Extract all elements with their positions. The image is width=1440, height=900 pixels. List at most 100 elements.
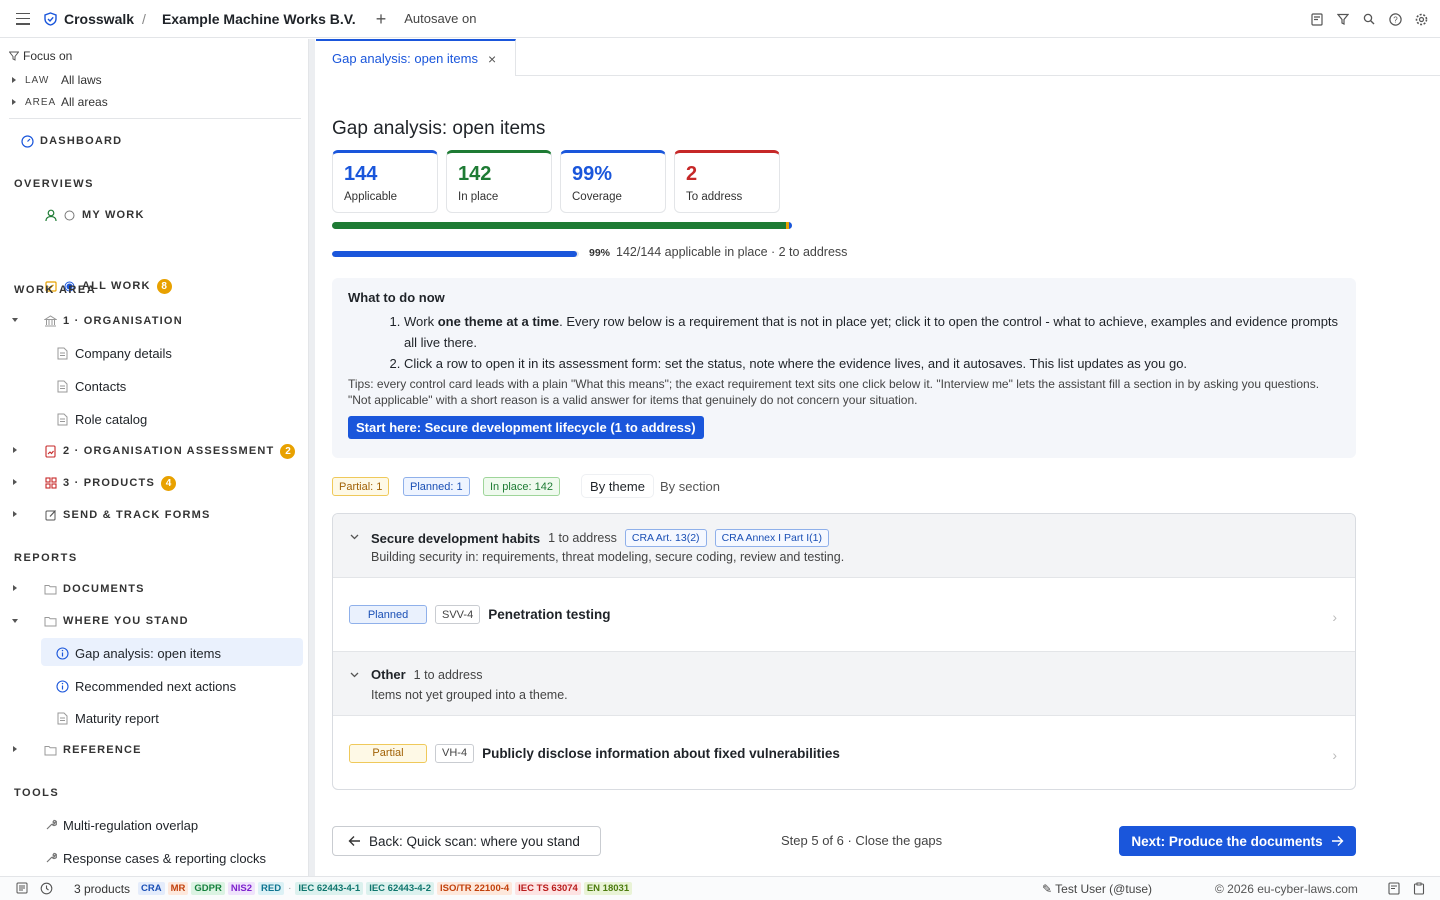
item-title: Penetration testing (488, 607, 611, 622)
filter-value: All areas (61, 95, 108, 109)
sidebar-resize-handle[interactable] (309, 39, 315, 876)
filter-icon[interactable] (1336, 12, 1350, 26)
filter-key: AREA (25, 96, 57, 108)
view-toggle-by-theme[interactable]: By theme (582, 475, 653, 497)
status-badge: Planned (349, 605, 427, 624)
filter-chip-planned[interactable]: Planned: 1 (403, 477, 470, 496)
filter-chip-in-place[interactable]: In place: 142 (483, 477, 560, 496)
history-clock-icon[interactable] (40, 882, 53, 898)
regulation-tag[interactable]: GDPR (191, 882, 225, 895)
collapse-caret-icon[interactable] (12, 318, 18, 322)
search-icon[interactable] (1362, 12, 1376, 26)
wrench-icon (44, 852, 57, 865)
regulation-tag[interactable]: IEC 62443-4-1 (295, 882, 364, 895)
info-icon (56, 679, 69, 693)
kpi-to-address: 2 To address (674, 150, 780, 213)
expand-caret-icon[interactable] (13, 511, 17, 517)
sidebar-item-organisation[interactable]: 1 · ORGANISATION (44, 309, 183, 333)
theme-group-header[interactable]: Other 1 to address Items not yet grouped… (333, 652, 1355, 716)
edit-form-icon (44, 509, 57, 522)
group-title: Other (371, 667, 406, 682)
product-count[interactable]: 3 products (74, 882, 130, 896)
instruction-step: Click a row to open it in its assessment… (404, 353, 1340, 374)
status-badge: Partial (349, 743, 427, 763)
filter-area[interactable]: AREA All areas (12, 95, 108, 109)
regulation-tag[interactable]: ISO/TR 22100-4 (437, 882, 513, 895)
view-toggle-by-section[interactable]: By section (660, 475, 720, 497)
status-split-planned (788, 222, 792, 229)
report-icon[interactable] (1310, 12, 1324, 26)
radio-empty-icon[interactable] (63, 209, 76, 222)
gap-item-row[interactable]: Planned SVV-4 Penetration testing › (333, 578, 1355, 652)
sidebar-item-company-details[interactable]: Company details (56, 341, 172, 365)
sidebar-item-recommended-next-actions[interactable]: Recommended next actions (56, 674, 236, 698)
close-icon[interactable]: × (488, 51, 496, 67)
sidebar-item-contacts[interactable]: Contacts (56, 374, 126, 398)
sidebar-item-where-you-stand[interactable]: WHERE YOU STAND (44, 609, 189, 633)
section-heading-overviews: OVERVIEWS (14, 178, 94, 190)
breadcrumb-separator: / (142, 10, 146, 27)
grid-icon (44, 477, 57, 490)
chevron-down-icon[interactable] (350, 670, 359, 679)
expand-caret-icon[interactable] (13, 447, 17, 453)
sidebar-item-documents[interactable]: DOCUMENTS (44, 577, 145, 601)
add-icon[interactable]: + (376, 10, 387, 28)
start-here-button[interactable]: Start here: Secure development lifecycle… (348, 416, 704, 439)
organisation-name[interactable]: Example Machine Works B.V. (162, 11, 356, 27)
sidebar-item-multi-regulation-overlap[interactable]: Multi-regulation overlap (44, 813, 198, 837)
current-user[interactable]: ✎ Test User (@tuse) (1042, 882, 1152, 896)
next-button-label: Next: Produce the documents (1131, 833, 1323, 849)
brand-name[interactable]: Crosswalk (64, 11, 134, 27)
regulation-tag[interactable]: IEC 62443-4-2 (366, 882, 434, 895)
status-split-in-place (332, 222, 786, 229)
regulation-tag[interactable]: CRA Annex I Part I(1) (714, 529, 829, 547)
sidebar-item-role-catalog[interactable]: Role catalog (56, 407, 147, 431)
chevron-down-icon[interactable] (350, 532, 359, 541)
regulation-tag[interactable]: CRA Art. 13(2) (624, 529, 707, 547)
back-button[interactable]: Back: Quick scan: where you stand (332, 826, 601, 856)
sidebar-item-send-track-forms[interactable]: SEND & TRACK FORMS (44, 503, 211, 527)
filter-law[interactable]: LAW All laws (12, 73, 102, 87)
sidebar-item-response-cases[interactable]: Response cases & reporting clocks (44, 846, 266, 870)
collapse-caret-icon[interactable] (12, 619, 18, 623)
settings-gear-icon[interactable] (1414, 12, 1428, 26)
theme-group-header[interactable]: Secure development habits 1 to address C… (333, 514, 1355, 578)
hamburger-menu-icon[interactable] (16, 12, 30, 25)
regulation-tag[interactable]: IEC TS 63074 (515, 882, 581, 895)
sidebar-item-my-work[interactable]: MY WORK (44, 203, 145, 227)
folder-icon (44, 615, 57, 628)
kpi-label: In place (458, 191, 499, 203)
list-icon[interactable] (16, 882, 28, 897)
step-indicator: Step 5 of 6 · Close the gaps (781, 833, 943, 848)
regulation-tag[interactable]: NIS2 (227, 882, 255, 895)
regulation-tag[interactable]: MR (167, 882, 189, 895)
expand-caret-icon[interactable] (13, 479, 17, 485)
page-title: Gap analysis: open items (332, 118, 546, 139)
help-icon[interactable]: ? (1388, 12, 1402, 26)
sidebar-item-gap-analysis[interactable]: Gap analysis: open items (56, 641, 221, 665)
expand-caret-icon[interactable] (13, 585, 17, 591)
report-icon[interactable] (1388, 882, 1400, 898)
clipboard-icon[interactable] (1413, 882, 1425, 898)
sidebar-item-dashboard[interactable]: DASHBOARD (21, 129, 122, 153)
sidebar-item-reference[interactable]: REFERENCE (44, 738, 142, 762)
regulation-tag[interactable]: CRA (138, 882, 165, 895)
kpi-in-place: 142 In place (446, 150, 552, 213)
document-icon (56, 712, 69, 725)
sidebar-item-products[interactable]: 3 · PRODUCTS 4 (44, 471, 177, 495)
step-emphasis: one theme at a time (437, 314, 560, 329)
assessment-clipboard-icon (44, 444, 57, 458)
tab-gap-analysis[interactable]: Gap analysis: open items × (316, 39, 516, 76)
regulation-tag[interactable]: RED (258, 882, 285, 895)
divider (9, 118, 301, 119)
filter-chip-partial[interactable]: Partial: 1 (332, 477, 390, 496)
shield-logo-icon (44, 11, 58, 26)
next-button[interactable]: Next: Produce the documents (1119, 826, 1356, 856)
sidebar-item-maturity-report[interactable]: Maturity report (56, 706, 159, 730)
regulation-tag[interactable]: EN 18031 (583, 882, 633, 895)
kpi-label: To address (686, 191, 743, 203)
progress-summary: 99% 142/144 applicable in place · 2 to a… (589, 245, 847, 259)
gap-item-row[interactable]: Partial VH-4 Publicly disclose informati… (333, 716, 1355, 789)
sidebar-item-org-assessment[interactable]: 2 · ORGANISATION ASSESSMENT 2 (44, 439, 296, 463)
expand-caret-icon[interactable] (13, 746, 17, 752)
